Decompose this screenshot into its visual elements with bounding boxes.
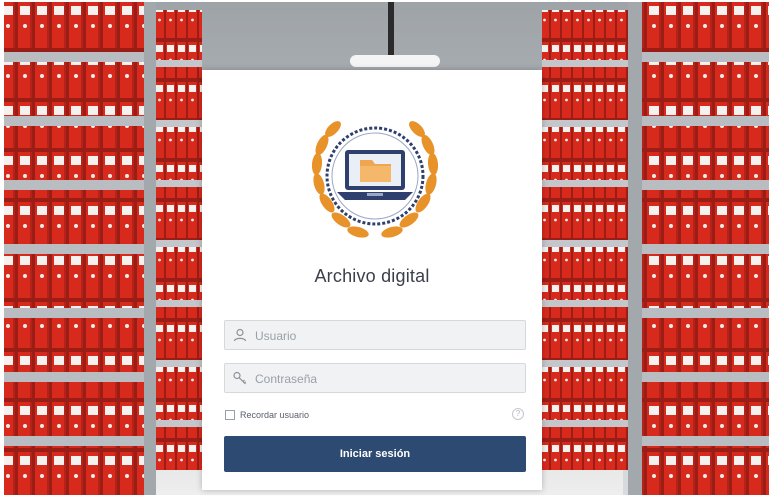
login-button[interactable]: Iniciar sesión (224, 436, 526, 472)
laurel-laptop-folder-logo (311, 121, 439, 238)
question-circle-icon[interactable]: ? (512, 408, 524, 420)
remember-user-label: Recordar usuario (240, 410, 310, 420)
login-card: Archivo digital Recordar usuario ? Inici… (202, 70, 542, 490)
app-title: Archivo digital (314, 266, 430, 286)
password-field[interactable] (224, 363, 526, 394)
remember-user-checkbox[interactable] (225, 410, 235, 420)
password-input[interactable] (253, 364, 523, 394)
username-field[interactable] (224, 320, 526, 351)
user-icon (233, 328, 247, 342)
remember-user-row[interactable]: Recordar usuario (225, 408, 309, 422)
key-icon (233, 371, 247, 385)
username-input[interactable] (253, 321, 523, 351)
